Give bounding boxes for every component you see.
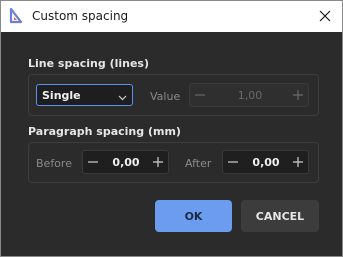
ok-button[interactable]: OK <box>155 200 232 232</box>
app-logo-icon <box>9 7 23 24</box>
before-label: Before <box>36 157 72 170</box>
plus-icon[interactable] <box>289 151 307 173</box>
plus-icon[interactable] <box>289 84 307 106</box>
value-label: Value <box>150 90 181 103</box>
after-stepper[interactable]: 0,00 <box>222 150 309 174</box>
plus-icon[interactable] <box>149 151 167 173</box>
line-spacing-heading: Line spacing (lines) <box>28 57 150 70</box>
paragraph-spacing-heading: Paragraph spacing (mm) <box>28 125 181 138</box>
line-spacing-select[interactable]: Single <box>36 84 133 106</box>
paragraph-spacing-group: Before 0,00 After 0,00 <box>28 142 319 183</box>
after-label: After <box>185 157 212 170</box>
minus-icon[interactable] <box>84 151 102 173</box>
chevron-down-icon <box>118 91 127 104</box>
dialog-title: Custom spacing <box>32 9 129 23</box>
cancel-button[interactable]: CANCEL <box>241 200 319 232</box>
before-stepper[interactable]: 0,00 <box>82 150 169 174</box>
line-spacing-value: 1,00 <box>237 88 263 102</box>
after-value: 0,00 <box>252 155 280 169</box>
line-spacing-select-value: Single <box>42 88 81 102</box>
minus-icon[interactable] <box>224 151 242 173</box>
minus-icon[interactable] <box>191 84 209 106</box>
custom-spacing-dialog: Custom spacing Line spacing (lines) Sing… <box>0 0 343 257</box>
line-spacing-value-stepper[interactable]: 1,00 <box>189 83 309 107</box>
before-value: 0,00 <box>112 155 140 169</box>
title-bar[interactable]: Custom spacing <box>1 1 342 32</box>
line-spacing-group: Single Value 1,00 <box>28 74 319 116</box>
close-icon[interactable] <box>316 7 334 25</box>
